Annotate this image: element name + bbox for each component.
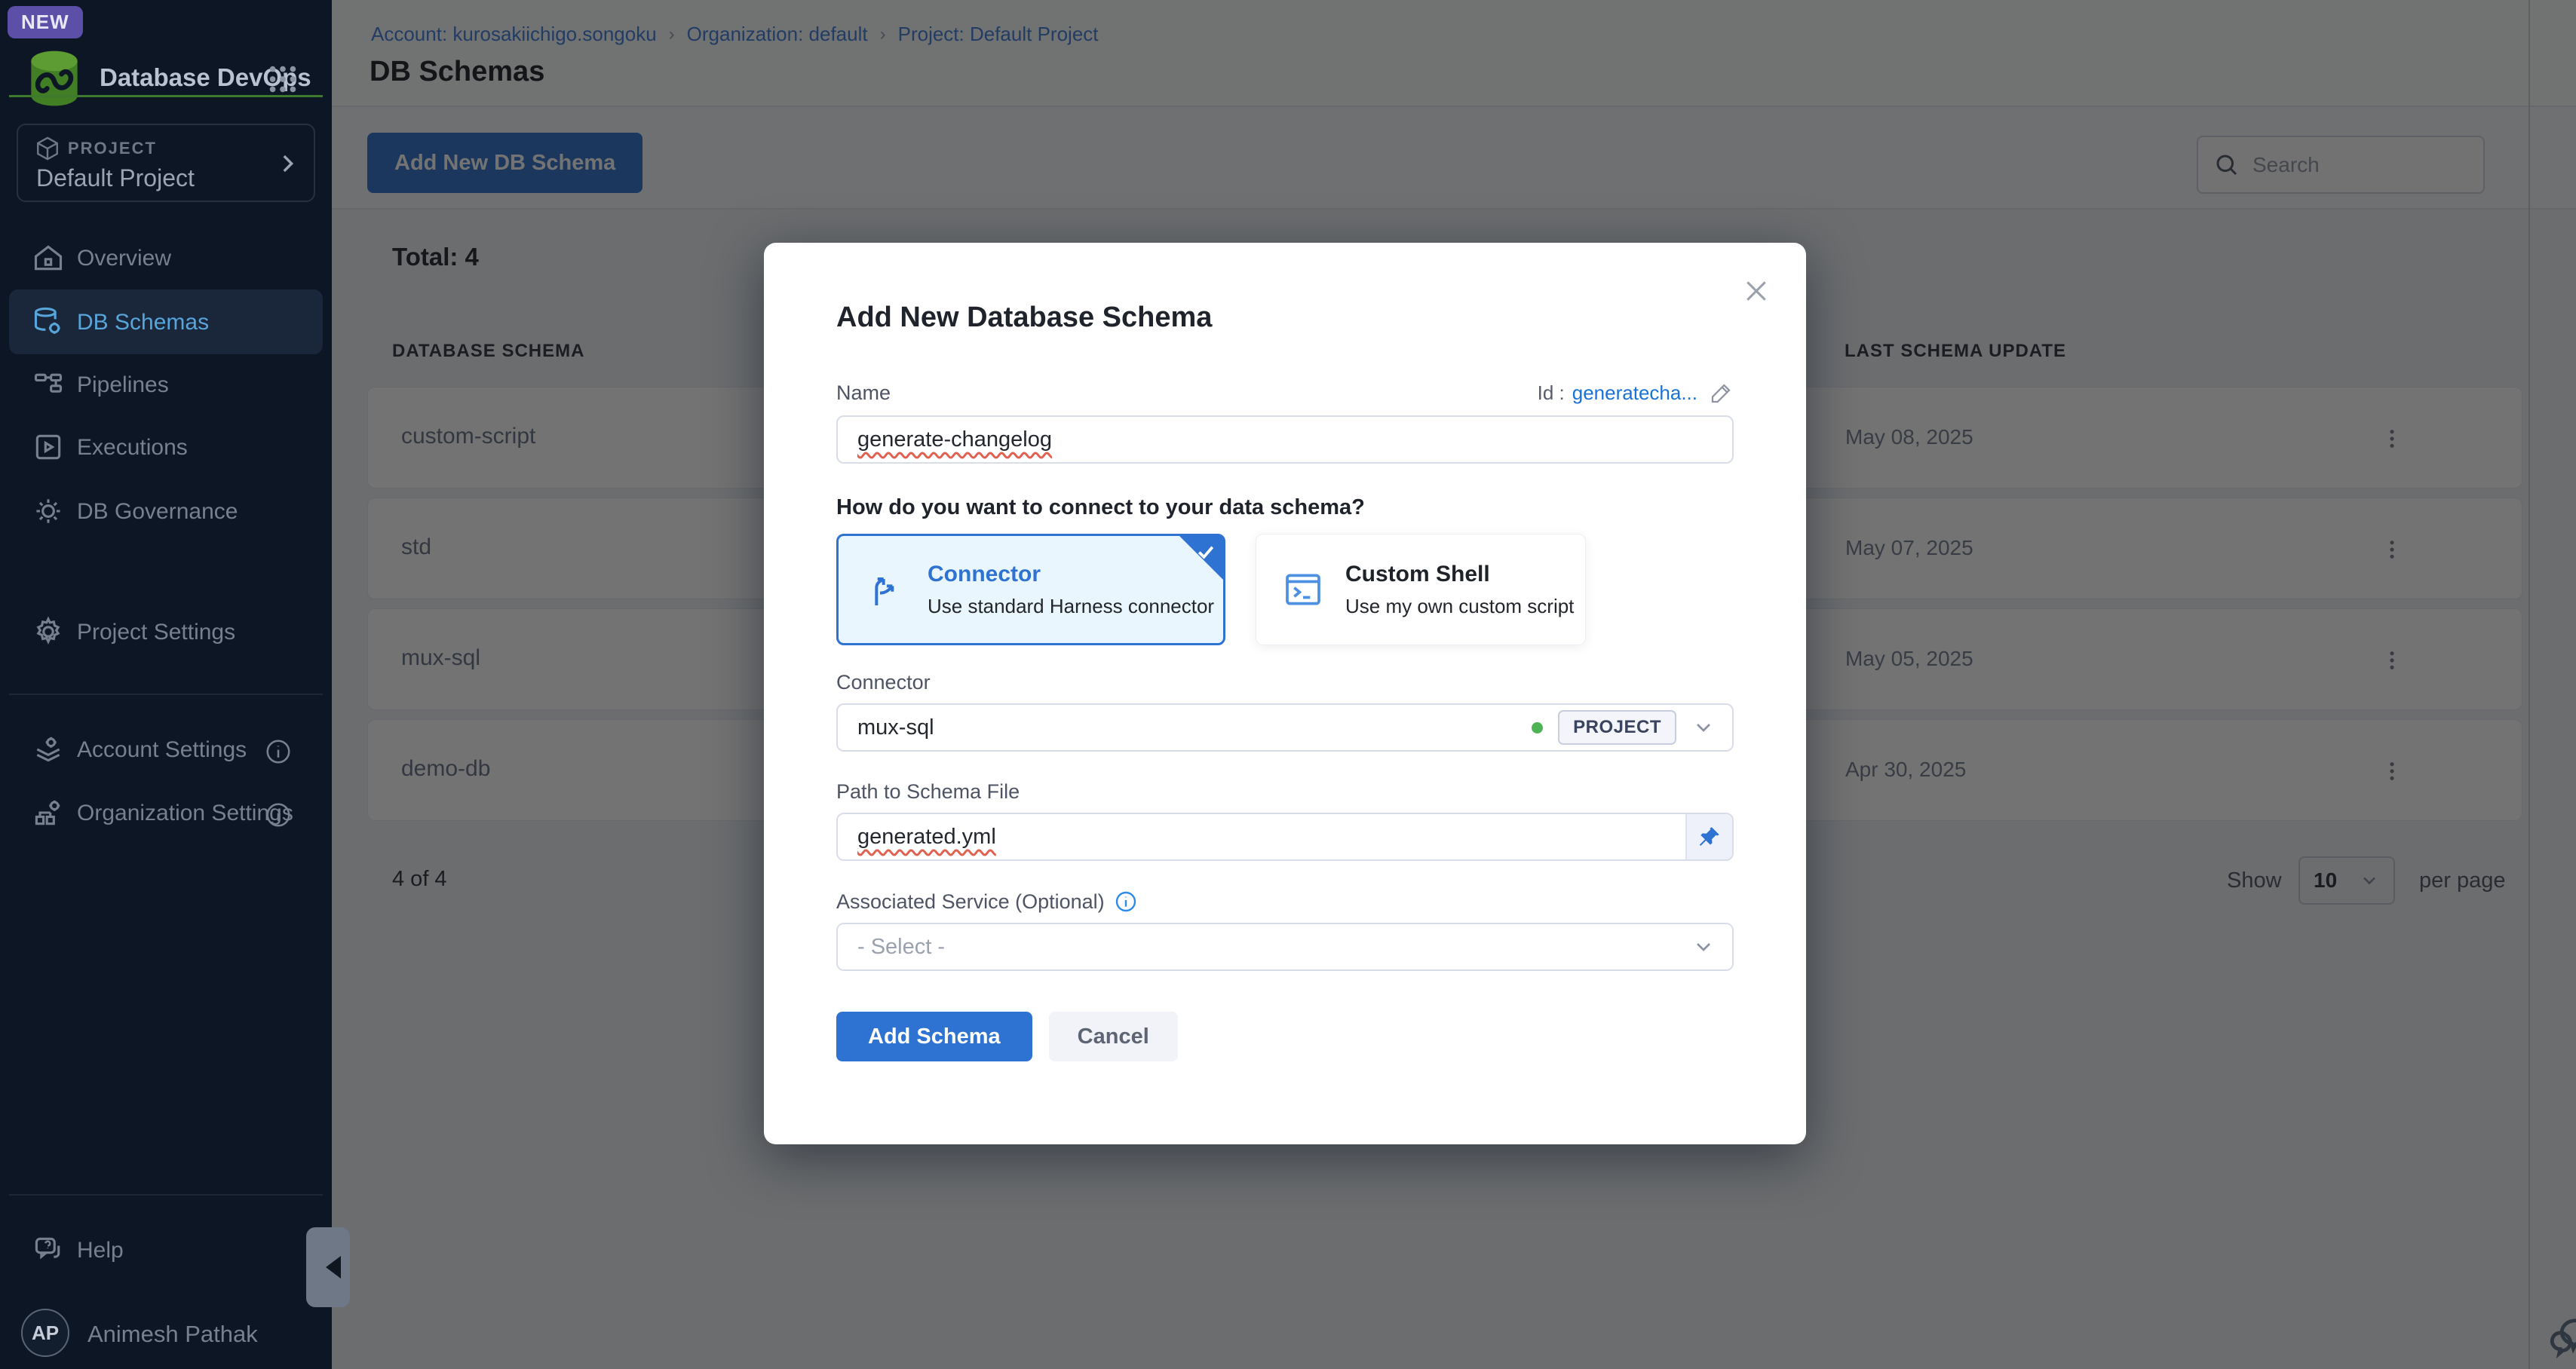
id-value-link[interactable]: generatecha...: [1572, 381, 1697, 405]
project-name: Default Project: [36, 164, 195, 192]
connection-options: Connector Use standard Harness connector…: [836, 534, 1734, 645]
chevron-right-icon: [274, 151, 300, 176]
project-selector[interactable]: PROJECT Default Project: [17, 124, 315, 202]
main-content: Account: kurosakiichigo.songoku › Organi…: [332, 0, 2576, 1369]
add-schema-modal: Add New Database Schema Name Id : genera…: [764, 243, 1806, 1144]
associated-service-select[interactable]: - Select -: [836, 923, 1734, 971]
info-icon[interactable]: [264, 737, 293, 766]
sidebar-item-executions[interactable]: Executions: [0, 415, 332, 479]
pin-icon[interactable]: [1685, 814, 1732, 859]
path-label: Path to Schema File: [836, 780, 1734, 804]
app-grid-icon[interactable]: [265, 62, 300, 96]
cube-icon: [35, 136, 60, 161]
chevron-down-icon: [1691, 935, 1716, 959]
info-icon[interactable]: [264, 801, 293, 829]
option-subtitle: Use standard Harness connector: [928, 595, 1214, 618]
sidebar-item-label: Project Settings: [77, 620, 235, 645]
new-badge: NEW: [8, 6, 83, 38]
sidebar-item-organization-settings[interactable]: Organization Settings: [0, 781, 332, 844]
option-subtitle: Use my own custom script: [1345, 595, 1574, 618]
name-input-value: generate-changelog: [857, 427, 1052, 452]
database-devops-logo-icon: [20, 44, 89, 113]
sidebar-item-account-settings[interactable]: Account Settings: [0, 718, 332, 781]
option-connector[interactable]: Connector Use standard Harness connector: [836, 534, 1225, 645]
option-title: Connector: [928, 562, 1214, 587]
executions-icon: [32, 430, 65, 464]
home-icon: [32, 241, 65, 274]
user-name[interactable]: Animesh Pathak: [87, 1321, 258, 1348]
db-schema-icon: [32, 305, 65, 338]
option-title: Custom Shell: [1345, 562, 1574, 587]
scope-badge: PROJECT: [1558, 710, 1676, 745]
connector-value: mux-sql: [857, 715, 934, 740]
account-layers-icon: [32, 733, 65, 766]
connector-branch-icon: [864, 568, 906, 611]
connection-question: How do you want to connect to your data …: [836, 495, 1734, 520]
sidebar-item-label: Pipelines: [77, 372, 169, 398]
settings-gear-icon: [32, 615, 65, 648]
path-input-value: generated.yml: [857, 825, 996, 850]
sidebar-divider: [9, 1194, 323, 1196]
edit-id-pencil-icon[interactable]: [1710, 381, 1734, 405]
sidebar-item-label: Account Settings: [77, 737, 247, 763]
add-schema-button[interactable]: Add Schema: [836, 1012, 1032, 1061]
cancel-button[interactable]: Cancel: [1049, 1012, 1178, 1061]
option-custom-shell[interactable]: Custom Shell Use my own custom script: [1256, 534, 1586, 645]
sidebar-item-overview[interactable]: Overview: [0, 226, 332, 289]
close-icon[interactable]: [1738, 273, 1774, 309]
governance-gear-icon: [32, 495, 65, 528]
project-eyebrow-label: PROJECT: [68, 139, 157, 158]
check-icon: [1194, 541, 1217, 563]
info-icon[interactable]: [1114, 890, 1138, 914]
sidebar-item-label: DB Schemas: [77, 310, 209, 335]
sidebar-item-label: Executions: [77, 435, 188, 461]
sidebar-divider: [9, 694, 323, 695]
collapse-arrow-icon: [326, 1256, 341, 1279]
id-prefix: Id :: [1538, 381, 1565, 405]
sidebar-item-pipelines[interactable]: Pipelines: [0, 353, 332, 416]
sidebar-item-db-governance[interactable]: DB Governance: [0, 479, 332, 543]
sidebar-item-help[interactable]: Help: [0, 1218, 332, 1282]
connector-status-dot: [1532, 722, 1543, 734]
connector-select[interactable]: mux-sql PROJECT: [836, 703, 1734, 752]
user-avatar[interactable]: AP: [21, 1309, 69, 1357]
help-chat-icon: [32, 1233, 65, 1266]
associated-service-label: Associated Service (Optional): [836, 890, 1105, 914]
sidebar-item-label: Organization Settings: [77, 801, 293, 826]
sidebar-item-db-schemas[interactable]: DB Schemas: [0, 290, 332, 354]
chevron-down-icon: [1691, 715, 1716, 740]
sidebar-item-label: Help: [77, 1238, 124, 1263]
sidebar-collapse-handle[interactable]: [306, 1227, 350, 1307]
sidebar-item-project-settings[interactable]: Project Settings: [0, 600, 332, 663]
path-input[interactable]: generated.yml: [836, 813, 1734, 861]
name-input[interactable]: generate-changelog: [836, 415, 1734, 464]
associated-service-placeholder: - Select -: [857, 935, 945, 960]
entity-id: Id : generatecha...: [1538, 381, 1734, 405]
organization-icon: [32, 796, 65, 829]
sidebar: NEW Database DevOps PROJECT Default Proj…: [0, 0, 332, 1369]
modal-title: Add New Database Schema: [836, 302, 1734, 334]
sidebar-item-label: Overview: [77, 246, 171, 271]
sidebar-divider-green: [9, 95, 323, 97]
name-label: Name: [836, 381, 891, 405]
terminal-icon: [1282, 568, 1324, 611]
pipelines-icon: [32, 368, 65, 401]
connector-label: Connector: [836, 671, 1734, 694]
sidebar-item-label: DB Governance: [77, 499, 238, 525]
